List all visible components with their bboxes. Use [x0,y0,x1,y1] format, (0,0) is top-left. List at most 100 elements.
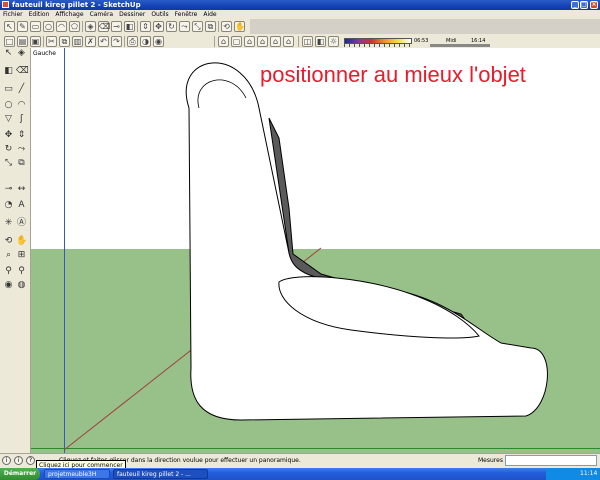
armchair-model[interactable] [31,48,600,453]
offset-icon[interactable]: ⧉ [16,158,27,169]
left-view-icon[interactable]: ⌂ [283,36,294,47]
axes-icon[interactable]: ✳ [3,218,14,229]
push-pull-icon[interactable]: ⇕ [16,130,27,141]
model-info-icon[interactable]: ◑ [140,36,151,47]
toolbar-separator [43,36,44,47]
credits-icon[interactable]: i [14,456,23,465]
erase-selection-icon[interactable]: ✗ [85,36,96,47]
right-view-icon[interactable]: ⌂ [257,36,268,47]
open-file-icon[interactable]: ▤ [17,36,28,47]
follow-me-icon[interactable]: ⤳ [16,144,27,155]
toolbar-separator [124,36,125,47]
copy-icon[interactable]: ⧉ [59,36,70,47]
zoom-window-icon[interactable]: ⊞ [16,250,27,261]
polygon-icon[interactable]: ⬠ [69,21,80,32]
paint-bucket-icon[interactable]: ◧ [3,66,14,77]
orbit-icon[interactable]: ⟲ [221,21,232,32]
new-file-icon[interactable]: □ [4,36,15,47]
circle-icon[interactable]: ○ [3,100,14,111]
tape-measure-icon[interactable]: ⊸ [3,184,14,195]
shadow-time-slider[interactable] [430,44,490,47]
pencil-icon[interactable]: ✎ [17,21,28,32]
taskbar-item-sketchup[interactable]: fauteuil kireg pillet 2 - ... [113,469,208,479]
measures-label: Mesures [478,457,503,464]
menu-fenetre[interactable]: Fenêtre [172,10,201,19]
freehand-icon[interactable]: ʃ [16,114,27,125]
scale-icon[interactable]: ⤡ [192,21,203,32]
eraser-icon[interactable]: ⌫ [98,21,110,32]
xray-icon[interactable]: ◫ [302,36,313,47]
select-icon[interactable]: ↖ [3,48,14,59]
undo-icon[interactable]: ↶ [98,36,109,47]
menu-fichier[interactable]: Fichier [0,10,26,19]
polygon-icon[interactable]: ▽ [3,114,14,125]
front-view-icon[interactable]: ⌂ [244,36,255,47]
make-component-icon[interactable]: ◈ [16,48,27,59]
iso-view-icon[interactable]: ⌂ [218,36,229,47]
drawing-viewport[interactable]: Gauche positionner au mieux l'objet [31,48,600,453]
toolbar-drawing: ↖ ✎ ▭ ○ ◠ ⬠ ◈ ⌫ ⊸ ◧ ⇕ ✥ ↻ ⤳ ⤡ ⧉ ⟲ ✋ [0,19,250,35]
view-label: Gauche [33,50,56,57]
arc-icon[interactable]: ◠ [16,100,27,111]
taskbar-item-folder[interactable]: projetmeuble3H [44,469,110,479]
move-icon[interactable]: ✥ [153,21,164,32]
walk-icon[interactable]: ⚲ [16,266,27,277]
menu-dessiner[interactable]: Dessiner [116,10,148,19]
geo-location-icon[interactable]: i [2,456,11,465]
push-pull-icon[interactable]: ⇕ [140,21,151,32]
left-toolbar: ↖ ◈ ◧ ⌫ ▭ ╱ ○ ◠ ▽ ʃ ✥ ⇕ ↻ ⤳ ⤡ ⧉ ⊸ ↔ ◔ A … [0,48,31,453]
back-view-icon[interactable]: ⌂ [270,36,281,47]
eraser-icon[interactable]: ⌫ [16,66,29,77]
footprints-icon[interactable] [3,280,14,291]
paste-icon[interactable]: ▥ [72,36,83,47]
select-icon[interactable]: ↖ [4,21,15,32]
menu-bar: Fichier Edition Affichage Caméra Dessine… [0,10,600,19]
position-camera-icon[interactable]: ⚲ [3,266,14,277]
maximize-icon[interactable]: □ [580,1,588,9]
offset-icon[interactable]: ⧉ [205,21,216,32]
instruction-overlay-text: positionner au mieux l'objet [260,62,526,87]
follow-me-icon[interactable]: ⤳ [179,21,190,32]
menu-edition[interactable]: Edition [26,10,53,19]
arc-icon[interactable]: ◠ [56,21,67,32]
menu-outils[interactable]: Outils [148,10,171,19]
move-icon[interactable]: ✥ [3,130,14,141]
measures-input[interactable] [505,455,597,466]
rotate-icon[interactable]: ↻ [3,144,14,155]
rectangle-icon[interactable]: ▭ [3,84,14,95]
circle-icon[interactable]: ○ [43,21,54,32]
line-icon[interactable]: ╱ [16,84,27,95]
make-component-icon[interactable]: ◈ [85,21,96,32]
top-view-icon[interactable]: ▢ [231,36,242,47]
protractor-icon[interactable]: ◔ [3,200,14,211]
minimize-icon[interactable]: _ [571,1,579,9]
shadow-time-start: 06:53 [414,38,429,44]
close-icon[interactable]: × [590,1,598,9]
menu-affichage[interactable]: Affichage [52,10,86,19]
3d-text-icon[interactable]: Ⓐ [16,218,27,229]
zoom-icon[interactable]: ⌕ [3,250,14,261]
pan-icon[interactable]: ✋ [234,21,245,32]
cut-icon[interactable]: ✂ [46,36,57,47]
rectangle-icon[interactable]: ▭ [30,21,41,32]
paint-bucket-icon[interactable]: ◧ [124,21,135,32]
scale-icon[interactable]: ⤡ [3,158,14,169]
menu-camera[interactable]: Caméra [87,10,117,19]
instructor-icon[interactable]: ? [26,456,35,465]
tape-measure-icon[interactable]: ⊸ [111,21,122,32]
shaded-icon[interactable]: ◧ [315,36,326,47]
pan-icon[interactable]: ✋ [16,236,27,247]
redo-icon[interactable]: ↷ [111,36,122,47]
text-icon[interactable]: A [16,200,27,211]
shadows-icon[interactable]: ☼ [328,36,339,47]
chair-body [185,62,548,421]
dimension-icon[interactable]: ↔ [16,184,27,195]
start-button[interactable]: Démarrer [0,468,40,480]
rotate-icon[interactable]: ↻ [166,21,177,32]
menu-aide[interactable]: Aide [200,10,219,19]
orbit-icon[interactable]: ⟲ [3,236,14,247]
section-plane-icon[interactable]: ◍ [16,280,27,291]
save-icon[interactable]: ▣ [30,36,41,47]
print-icon[interactable]: ⎙ [127,36,138,47]
help-icon[interactable]: ◉ [153,36,164,47]
